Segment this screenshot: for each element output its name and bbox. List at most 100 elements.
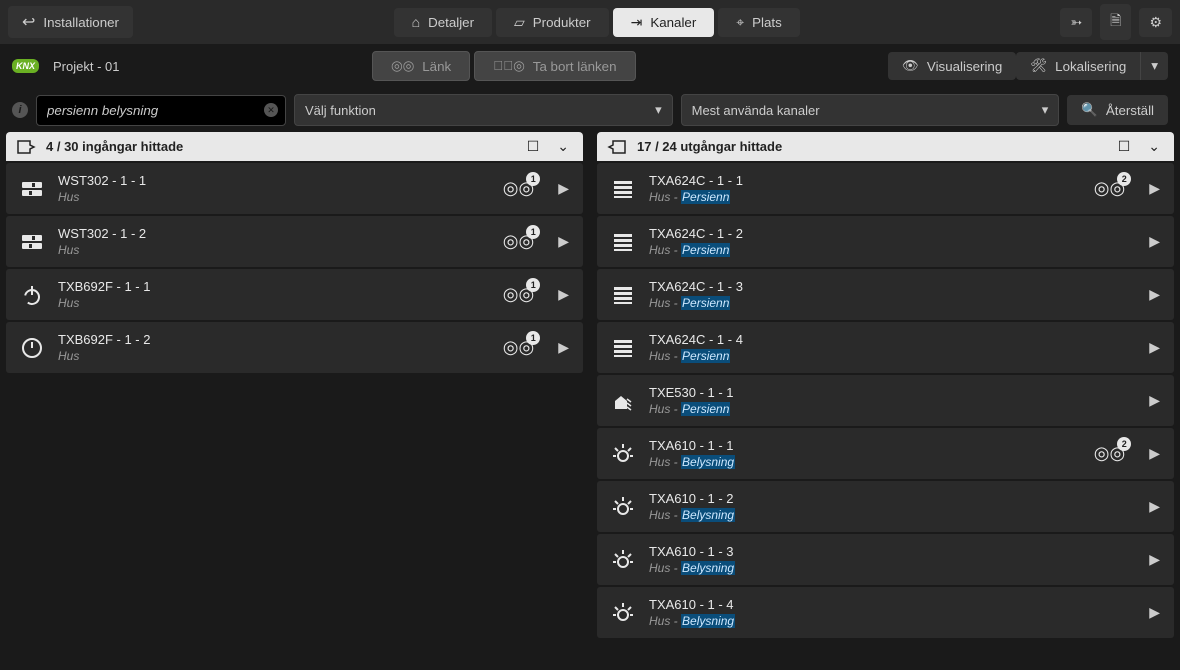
chevron-right-icon[interactable]: ▶ bbox=[1139, 180, 1160, 197]
channel-subtitle: Hus - Belysning bbox=[649, 508, 1125, 522]
unlink-rings-icon: ◎⃥◎ bbox=[493, 58, 525, 74]
power-icon bbox=[20, 283, 44, 307]
channel-title: WST302 - 1 - 2 bbox=[58, 226, 489, 241]
pin-icon: ⌖ bbox=[736, 14, 744, 31]
channel-item[interactable]: TXA610 - 1 - 4Hus - Belysning ▶ bbox=[597, 587, 1174, 638]
connection-icon-button[interactable]: ➳ bbox=[1060, 8, 1092, 37]
collapse-icon[interactable]: ⌄ bbox=[1144, 138, 1164, 155]
chevron-right-icon[interactable]: ▶ bbox=[548, 180, 569, 197]
visualization-button[interactable]: 👁 Visualisering bbox=[888, 52, 1016, 80]
outputs-header: 17 / 24 utgångar hittade ☐ ⌄ bbox=[597, 132, 1174, 161]
link-badge[interactable]: ◎◎1 bbox=[503, 284, 534, 305]
chevron-right-icon[interactable]: ▶ bbox=[1139, 233, 1160, 250]
link-label: Länk bbox=[422, 59, 451, 74]
chevron-right-icon[interactable]: ▶ bbox=[1139, 286, 1160, 303]
highlight: Belysning bbox=[681, 455, 735, 469]
chevron-right-icon[interactable]: ▶ bbox=[548, 233, 569, 250]
channel-item[interactable]: TXA610 - 1 - 3Hus - Belysning ▶ bbox=[597, 534, 1174, 585]
shutter-icon bbox=[611, 177, 635, 201]
wrench-icon: 🛠 bbox=[1030, 58, 1047, 74]
channel-item[interactable]: TXB692F - 1 - 2Hus ◎◎1 ▶ bbox=[6, 322, 583, 373]
channel-subtitle: Hus - Belysning bbox=[649, 455, 1080, 469]
info-icon[interactable]: i bbox=[12, 102, 28, 118]
highlight: Persienn bbox=[681, 243, 730, 257]
link-count: 1 bbox=[526, 278, 540, 292]
chevron-right-icon[interactable]: ▶ bbox=[1139, 551, 1160, 568]
selection-box-icon[interactable]: ☐ bbox=[1114, 138, 1135, 155]
tab-products[interactable]: ▱ Produkter bbox=[496, 8, 609, 37]
channel-item[interactable]: WST302 - 1 - 2 Hus ◎◎1 ▶ bbox=[6, 216, 583, 267]
link-badge[interactable]: ◎◎2 bbox=[1094, 178, 1125, 199]
channel-subtitle: Hus - Persienn bbox=[649, 243, 1125, 257]
channel-title: TXA624C - 1 - 1 bbox=[649, 173, 1080, 188]
channel-item[interactable]: TXB692F - 1 - 1Hus ◎◎1 ▶ bbox=[6, 269, 583, 320]
visualization-label: Visualisering bbox=[927, 59, 1002, 74]
link-badge[interactable]: ◎◎2 bbox=[1094, 443, 1125, 464]
search-input[interactable] bbox=[36, 95, 286, 126]
channel-text: WST302 - 1 - 1Hus bbox=[58, 173, 489, 204]
chevron-right-icon[interactable]: ▶ bbox=[1139, 339, 1160, 356]
channel-title: TXA610 - 1 - 3 bbox=[649, 544, 1125, 559]
channel-item[interactable]: TXA624C - 1 - 1Hus - Persienn◎◎2▶ bbox=[597, 163, 1174, 214]
link-badge[interactable]: ◎◎1 bbox=[503, 178, 534, 199]
tab-location[interactable]: ⌖ Plats bbox=[718, 8, 800, 37]
channel-text: TXA610 - 1 - 4Hus - Belysning bbox=[649, 597, 1125, 628]
channel-subtitle: Hus - Persienn bbox=[649, 296, 1125, 310]
channel-text: TXA610 - 1 - 3Hus - Belysning bbox=[649, 544, 1125, 575]
channel-item[interactable]: TXA624C - 1 - 4Hus - Persienn▶ bbox=[597, 322, 1174, 373]
link-count: 2 bbox=[1117, 172, 1131, 186]
channel-text: TXA610 - 1 - 2Hus - Belysning bbox=[649, 491, 1125, 522]
channel-item[interactable]: TXA610 - 1 - 1Hus - Belysning◎◎2▶ bbox=[597, 428, 1174, 479]
magnifier-reset-icon: 🔍 bbox=[1081, 102, 1098, 118]
chevron-right-icon[interactable]: ▶ bbox=[1139, 445, 1160, 462]
highlight: Persienn bbox=[681, 349, 730, 363]
channel-item[interactable]: TXA610 - 1 - 2Hus - Belysning ▶ bbox=[597, 481, 1174, 532]
channel-title: TXA624C - 1 - 2 bbox=[649, 226, 1125, 241]
function-select-label: Välj funktion bbox=[305, 103, 376, 118]
channel-item[interactable]: TXA624C - 1 - 3Hus - Persienn▶ bbox=[597, 269, 1174, 320]
localization-dropdown[interactable]: ▾ bbox=[1140, 52, 1168, 80]
channel-item[interactable]: WST302 - 1 - 1Hus ◎◎1 ▶ bbox=[6, 163, 583, 214]
link-count: 2 bbox=[1117, 437, 1131, 451]
channel-text: TXB692F - 1 - 2Hus bbox=[58, 332, 489, 363]
channel-text: TXA624C - 1 - 2 Hus - Persienn bbox=[649, 226, 1125, 257]
collapse-icon[interactable]: ⌄ bbox=[553, 138, 573, 155]
channel-item[interactable]: TXE530 - 1 - 1Hus - Persienn ▶ bbox=[597, 375, 1174, 426]
localization-button[interactable]: 🛠 Lokalisering bbox=[1016, 52, 1140, 80]
back-button[interactable]: ↩ Installationer bbox=[8, 6, 133, 38]
document-icon-button[interactable]: 🗎 bbox=[1100, 4, 1131, 40]
inputs-header: 4 / 30 ingångar hittade ☐ ⌄ bbox=[6, 132, 583, 161]
channel-subtitle: Hus bbox=[58, 243, 489, 257]
link-count: 1 bbox=[526, 225, 540, 239]
clear-search-icon[interactable]: ✕ bbox=[264, 103, 278, 117]
link-badge[interactable]: ◎◎1 bbox=[503, 231, 534, 252]
unlink-label: Ta bort länken bbox=[533, 59, 617, 74]
chevron-right-icon[interactable]: ▶ bbox=[1139, 392, 1160, 409]
chevron-right-icon[interactable]: ▶ bbox=[1139, 604, 1160, 621]
output-icon bbox=[607, 139, 627, 155]
chevron-right-icon[interactable]: ▶ bbox=[1139, 498, 1160, 515]
chevron-right-icon[interactable]: ▶ bbox=[548, 339, 569, 356]
chevron-right-icon[interactable]: ▶ bbox=[548, 286, 569, 303]
selection-box-icon[interactable]: ☐ bbox=[523, 138, 544, 155]
channel-select[interactable]: Mest använda kanaler ▾ bbox=[681, 94, 1060, 126]
tab-details[interactable]: ⌂ Detaljer bbox=[394, 8, 492, 37]
outputs-header-text: 17 / 24 utgångar hittade bbox=[637, 139, 1104, 154]
settings-icon-button[interactable]: ⚙ bbox=[1139, 8, 1172, 37]
channel-item[interactable]: TXA624C - 1 - 2 Hus - Persienn ▶ bbox=[597, 216, 1174, 267]
unlink-button[interactable]: ◎⃥◎ Ta bort länken bbox=[474, 51, 635, 81]
top-nav: ⌂ Detaljer ▱ Produkter ⇥ Kanaler ⌖ Plats bbox=[394, 8, 800, 37]
channel-title: TXB692F - 1 - 1 bbox=[58, 279, 489, 294]
link-badge[interactable]: ◎◎1 bbox=[503, 337, 534, 358]
channel-text: TXB692F - 1 - 1Hus bbox=[58, 279, 489, 310]
reset-button[interactable]: 🔍 Återställ bbox=[1067, 95, 1168, 125]
function-select[interactable]: Välj funktion ▾ bbox=[294, 94, 673, 126]
channel-subtitle: Hus bbox=[58, 190, 489, 204]
tab-channels[interactable]: ⇥ Kanaler bbox=[613, 8, 715, 37]
channel-text: TXE530 - 1 - 1Hus - Persienn bbox=[649, 385, 1125, 416]
link-button[interactable]: ◎◎ Länk bbox=[372, 51, 470, 81]
shutter-icon bbox=[611, 283, 635, 307]
power-on-icon bbox=[20, 336, 44, 360]
light-icon bbox=[611, 442, 635, 466]
reset-label: Återställ bbox=[1106, 103, 1154, 118]
